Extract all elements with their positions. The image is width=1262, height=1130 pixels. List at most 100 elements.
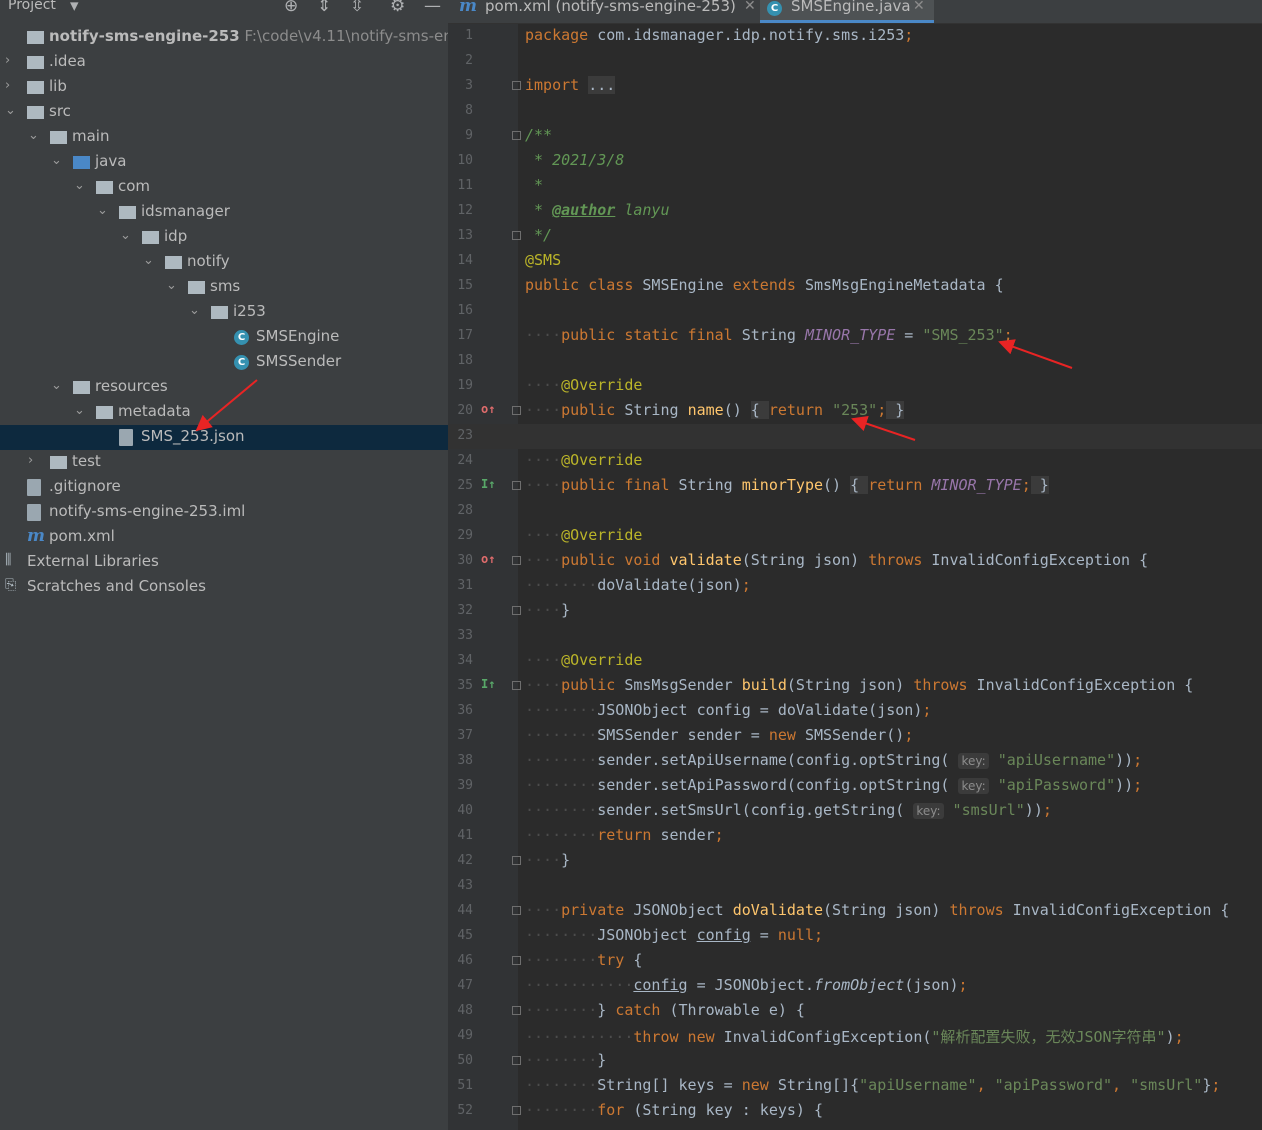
chevron-down-icon[interactable]: ⌄ xyxy=(51,378,65,396)
code-line[interactable]: 23 xyxy=(448,424,1262,449)
code-line[interactable]: 44 ····private JSONObject doValidate(Stri… xyxy=(448,899,1262,924)
tree-item[interactable]: ⌄ main xyxy=(0,125,448,150)
code-line[interactable]: 20 o↑ ····public String name() { return "2… xyxy=(448,399,1262,424)
chevron-down-icon[interactable]: ⌄ xyxy=(143,253,157,271)
fold-toggle-icon[interactable] xyxy=(512,1006,521,1015)
fold-toggle-icon[interactable] xyxy=(512,556,521,565)
code-line[interactable]: 16 xyxy=(448,299,1262,324)
fold-toggle-icon[interactable] xyxy=(512,406,521,415)
code-line[interactable]: 11 * xyxy=(448,174,1262,199)
tree-item[interactable]: notify-sms-engine-253 F:\code\v4.11\noti… xyxy=(0,25,448,50)
code-line[interactable]: 13 */ xyxy=(448,224,1262,249)
code-line[interactable]: 42 ····} xyxy=(448,849,1262,874)
code-line[interactable]: 14 @SMS xyxy=(448,249,1262,274)
tree-item[interactable]: ⎘ Scratches and Consoles xyxy=(0,575,448,600)
gear-icon[interactable]: ⚙ xyxy=(390,0,405,16)
tree-item[interactable]: ⌄ com xyxy=(0,175,448,200)
code-line[interactable]: 41 ········return sender; xyxy=(448,824,1262,849)
code-line[interactable]: 31 ········doValidate(json); xyxy=(448,574,1262,599)
chevron-right-icon[interactable]: › xyxy=(28,453,42,471)
code-line[interactable]: 45 ········JSONObject config = null; xyxy=(448,924,1262,949)
code-line[interactable]: 36 ········JSONObject config = doValidate… xyxy=(448,699,1262,724)
chevron-down-icon[interactable]: ⌄ xyxy=(189,303,203,321)
implements-icon[interactable]: I↑ xyxy=(481,477,495,491)
fold-toggle-icon[interactable] xyxy=(512,606,521,615)
code-line[interactable]: 15 public class SMSEngine extends SmsMsgE… xyxy=(448,274,1262,299)
tree-item[interactable]: ⌄ idsmanager xyxy=(0,200,448,225)
tree-item[interactable]: ⌄ idp xyxy=(0,225,448,250)
overrides-icon[interactable]: o↑ xyxy=(481,552,495,566)
chevron-down-icon[interactable]: ⌄ xyxy=(74,178,88,196)
fold-toggle-icon[interactable] xyxy=(512,856,521,865)
minimize-icon[interactable]: — xyxy=(424,0,441,16)
code-editor[interactable]: 1 package com.idsmanager.idp.notify.sms.i… xyxy=(448,24,1262,1130)
fold-toggle-icon[interactable] xyxy=(512,231,521,240)
fold-toggle-icon[interactable] xyxy=(512,1056,521,1065)
chevron-down-icon[interactable]: ▾ xyxy=(70,0,79,16)
fold-toggle-icon[interactable] xyxy=(512,81,521,90)
code-line[interactable]: 49 ············throw new InvalidConfigExc… xyxy=(448,1024,1262,1049)
tree-item[interactable]: › lib xyxy=(0,75,448,100)
code-line[interactable]: 8 xyxy=(448,99,1262,124)
collapse-all-icon[interactable]: ⇳ xyxy=(350,0,364,16)
code-line[interactable]: 24 ····@Override xyxy=(448,449,1262,474)
tab-pom-xml[interactable]: m pom.xml (notify-sms-engine-253) ✕ xyxy=(456,0,756,23)
tree-item[interactable]: m pom.xml xyxy=(0,525,448,550)
code-line[interactable]: 32 ····} xyxy=(448,599,1262,624)
code-line[interactable]: 18 xyxy=(448,349,1262,374)
code-line[interactable]: 19 ····@Override xyxy=(448,374,1262,399)
expand-all-icon[interactable]: ⇕ xyxy=(317,0,331,16)
code-line[interactable]: 39 ········sender.setApiPassword(config.o… xyxy=(448,774,1262,799)
chevron-down-icon[interactable]: ⌄ xyxy=(74,403,88,421)
code-line[interactable]: 37 ········SMSSender sender = new SMSSend… xyxy=(448,724,1262,749)
tree-item[interactable]: C SMSEngine xyxy=(0,325,448,350)
code-line[interactable]: 46 ········try { xyxy=(448,949,1262,974)
tree-item[interactable]: ⌄ notify xyxy=(0,250,448,275)
tree-item[interactable]: SMS_253.json xyxy=(0,425,448,450)
tree-item[interactable]: .gitignore xyxy=(0,475,448,500)
close-icon[interactable]: ✕ xyxy=(744,0,756,14)
code-line[interactable]: 12 * @author lanyu xyxy=(448,199,1262,224)
tree-item[interactable]: ⫼ External Libraries xyxy=(0,550,448,575)
tree-item[interactable]: › test xyxy=(0,450,448,475)
tab-smsengine-java[interactable]: C SMSEngine.java ✕ xyxy=(760,0,934,23)
code-line[interactable]: 50 ········} xyxy=(448,1049,1262,1074)
code-line[interactable]: 33 xyxy=(448,624,1262,649)
code-line[interactable]: 38 ········sender.setApiUsername(config.o… xyxy=(448,749,1262,774)
fold-toggle-icon[interactable] xyxy=(512,481,521,490)
tree-item[interactable]: ⌄ i253 xyxy=(0,300,448,325)
code-line[interactable]: 51 ········String[] keys = new String[]{"… xyxy=(448,1074,1262,1099)
code-line[interactable]: 3 import ... xyxy=(448,74,1262,99)
code-line[interactable]: 48 ········} catch (Throwable e) { xyxy=(448,999,1262,1024)
code-line[interactable]: 1 package com.idsmanager.idp.notify.sms.i… xyxy=(448,24,1262,49)
code-line[interactable]: 9 /** xyxy=(448,124,1262,149)
code-line[interactable]: 29 ····@Override xyxy=(448,524,1262,549)
code-line[interactable]: 25 I↑ ····public final String minorType() … xyxy=(448,474,1262,499)
tree-item[interactable]: ⌄ src xyxy=(0,100,448,125)
code-line[interactable]: 10 * 2021/3/8 xyxy=(448,149,1262,174)
fold-toggle-icon[interactable] xyxy=(512,1106,521,1115)
fold-toggle-icon[interactable] xyxy=(512,956,521,965)
code-line[interactable]: 47 ············config = JSONObject.fromOb… xyxy=(448,974,1262,999)
tree-item[interactable]: › .idea xyxy=(0,50,448,75)
chevron-right-icon[interactable]: › xyxy=(5,78,19,96)
chevron-down-icon[interactable]: ⌄ xyxy=(5,103,19,121)
code-line[interactable]: 52 ········for (String key : keys) { xyxy=(448,1099,1262,1124)
overrides-icon[interactable]: o↑ xyxy=(481,402,495,416)
code-line[interactable]: 17 ····public static final String MINOR_T… xyxy=(448,324,1262,349)
project-panel-title[interactable]: Project xyxy=(8,0,56,13)
tree-item[interactable]: ⌄ metadata xyxy=(0,400,448,425)
fold-toggle-icon[interactable] xyxy=(512,131,521,140)
code-line[interactable]: 2 xyxy=(448,49,1262,74)
code-line[interactable]: 34 ····@Override xyxy=(448,649,1262,674)
close-icon[interactable]: ✕ xyxy=(913,0,925,14)
tree-item[interactable]: ⌄ sms xyxy=(0,275,448,300)
chevron-down-icon[interactable]: ⌄ xyxy=(28,128,42,146)
code-line[interactable]: 40 ········sender.setSmsUrl(config.getStr… xyxy=(448,799,1262,824)
code-line[interactable]: 35 I↑ ····public SmsMsgSender build(String… xyxy=(448,674,1262,699)
chevron-down-icon[interactable]: ⌄ xyxy=(51,153,65,171)
chevron-down-icon[interactable]: ⌄ xyxy=(97,203,111,221)
chevron-down-icon[interactable]: ⌄ xyxy=(166,278,180,296)
chevron-right-icon[interactable]: › xyxy=(5,53,19,71)
chevron-down-icon[interactable]: ⌄ xyxy=(120,228,134,246)
